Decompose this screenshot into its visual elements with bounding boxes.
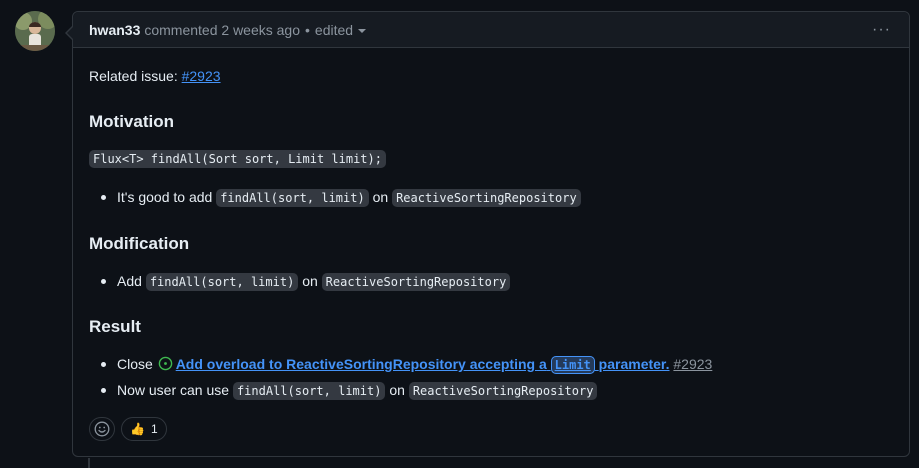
kebab-horizontal-icon[interactable]: ···	[872, 21, 891, 39]
motivation-heading: Motivation	[89, 112, 174, 131]
avatar[interactable]	[15, 11, 55, 51]
list-item-text: Close	[117, 356, 153, 372]
comment-header: hwan33 commented 2 weeks ago • edited ··…	[73, 12, 909, 48]
reaction-count: 1	[150, 422, 158, 436]
edited-label: edited	[314, 21, 354, 38]
result-heading: Result	[89, 317, 141, 336]
inline-code: ReactiveSortingRepository	[321, 273, 511, 291]
list-item-text: on	[302, 273, 318, 289]
add-reaction-button[interactable]	[89, 417, 115, 441]
motivation-code-line: Flux<T> findAll(Sort sort, Limit limit);	[89, 150, 386, 168]
inline-code: findAll(sort, limit)	[232, 382, 386, 400]
inline-code: Limit	[550, 356, 595, 374]
comment-timestamp[interactable]: commented 2 weeks ago	[144, 22, 300, 38]
related-issue-line: Related issue: #2923	[89, 68, 221, 84]
list-item-text: It's good to add	[117, 189, 213, 205]
related-label: Related issue:	[89, 68, 178, 84]
inline-code: findAll(sort, limit)	[216, 189, 369, 207]
list-item-text: on	[389, 382, 405, 398]
list-item-text: Now user can use	[117, 382, 230, 398]
list-item: Close Add overload to ReactiveSortingRep…	[89, 354, 712, 380]
modification-list: Add findAll(sort, limit) on ReactiveSort…	[89, 271, 511, 297]
list-item-text: Add	[117, 273, 142, 289]
inline-code: findAll(sort, limit)	[145, 273, 299, 291]
list-item: It's good to add findAll(sort, limit) on…	[89, 187, 581, 213]
motivation-code: Flux<T> findAll(Sort sort, Limit limit);	[89, 150, 386, 168]
inline-code: ReactiveSortingRepository	[408, 382, 598, 400]
related-issue-link[interactable]: #2923	[182, 68, 221, 84]
timeline-line	[88, 458, 90, 468]
thumbs-up-icon: 👍	[130, 422, 145, 436]
inline-code: ReactiveSortingRepository	[392, 189, 581, 207]
motivation-list: It's good to add findAll(sort, limit) on…	[89, 187, 581, 213]
author-name[interactable]: hwan33	[89, 22, 140, 38]
edited-dropdown[interactable]: edited	[314, 21, 367, 38]
reactions-bar: 👍 1	[89, 417, 167, 441]
list-item-text: on	[372, 189, 389, 205]
separator: •	[305, 21, 310, 38]
linked-issue-number[interactable]: #2923	[673, 356, 712, 372]
list-item: Now user can use findAll(sort, limit) on…	[89, 380, 712, 406]
list-item: Add findAll(sort, limit) on ReactiveSort…	[89, 271, 511, 297]
issue-opened-icon	[158, 356, 172, 371]
linked-issue-title[interactable]: Add overload to ReactiveSortingRepositor…	[176, 356, 670, 374]
comment-box: hwan33 commented 2 weeks ago • edited ··…	[65, 11, 910, 457]
smiley-icon	[94, 421, 110, 437]
thumbs-up-reaction-button[interactable]: 👍 1	[121, 417, 167, 441]
chevron-down-icon	[358, 29, 367, 33]
result-list: Close Add overload to ReactiveSortingRep…	[89, 354, 712, 406]
modification-heading: Modification	[89, 234, 190, 253]
